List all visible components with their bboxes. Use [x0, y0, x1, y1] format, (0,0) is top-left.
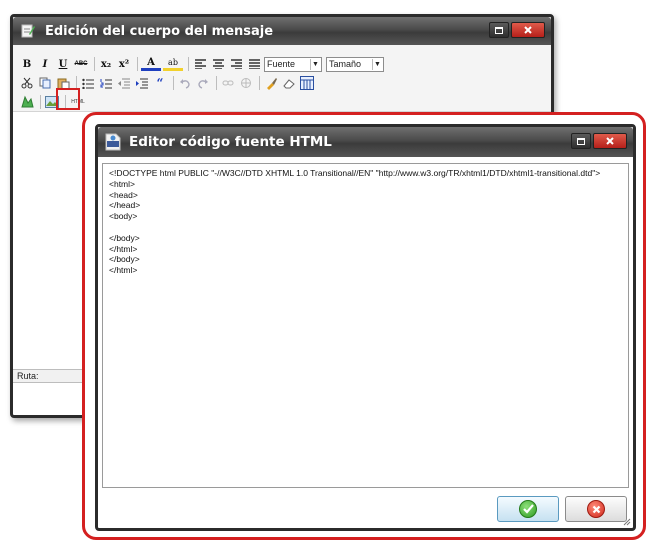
- table-icon[interactable]: [299, 75, 315, 91]
- insert-image-green-icon[interactable]: [19, 94, 35, 110]
- toolbar-divider: [188, 57, 189, 71]
- accept-button[interactable]: [497, 496, 559, 522]
- toolbar-divider: [173, 76, 174, 90]
- strikethrough-button[interactable]: ABC: [73, 56, 89, 72]
- font-family-value: Fuente: [267, 59, 296, 69]
- indent-icon[interactable]: [134, 75, 150, 91]
- code-line: </body>: [109, 254, 140, 265]
- code-line: </html>: [109, 243, 138, 254]
- underline-button[interactable]: U: [55, 56, 71, 72]
- html-source-textarea[interactable]: <!DOCTYPE html PUBLIC "-//W3C//DTD XHTML…: [102, 163, 629, 488]
- restore-icon: [577, 137, 585, 145]
- blockquote-icon[interactable]: “: [152, 75, 168, 91]
- font-size-select[interactable]: Tamaño ▼: [326, 56, 384, 72]
- front-restore-button[interactable]: [571, 133, 591, 149]
- unlink-icon[interactable]: [238, 75, 254, 91]
- close-icon: [524, 26, 532, 34]
- font-size-value: Tamaño: [329, 59, 362, 69]
- italic-button[interactable]: I: [37, 56, 53, 72]
- front-close-button[interactable]: [593, 133, 627, 149]
- toolbar-divider: [94, 57, 95, 71]
- path-label: Ruta:: [17, 371, 39, 381]
- resize-grip-icon[interactable]: [623, 518, 631, 526]
- html-source-editor-window: Editor código fuente HTML <!DOCTYPE html…: [95, 124, 636, 531]
- clean-format-icon[interactable]: [263, 75, 279, 91]
- highlight-color-button[interactable]: ab: [163, 57, 183, 71]
- link-icon[interactable]: [220, 75, 236, 91]
- font-family-select[interactable]: Fuente ▼: [264, 56, 322, 72]
- align-center-icon[interactable]: [210, 56, 226, 72]
- front-window-title: Editor código fuente HTML: [129, 134, 332, 150]
- code-line: </body>: [109, 232, 140, 243]
- back-window-titlebar[interactable]: Edición del cuerpo del mensaje: [13, 17, 551, 45]
- editor-toolbar: B I U ABC x₂ x² A ab Fuente ▼ Tamaño ▼ “…: [13, 45, 551, 111]
- html-document-icon: [104, 133, 122, 151]
- chevron-down-icon: ▼: [372, 58, 382, 70]
- close-icon: [606, 137, 614, 145]
- checkmark-icon: [519, 500, 537, 518]
- back-window-title: Edición del cuerpo del mensaje: [45, 23, 274, 39]
- chevron-down-icon: ▼: [310, 58, 320, 70]
- code-line: <body>: [109, 211, 138, 222]
- copy-icon[interactable]: [37, 75, 53, 91]
- superscript-button[interactable]: x²: [116, 56, 132, 72]
- undo-icon[interactable]: [177, 75, 193, 91]
- toolbar-divider: [137, 57, 138, 71]
- align-justify-icon[interactable]: [246, 56, 262, 72]
- subscript-button[interactable]: x₂: [98, 56, 114, 72]
- code-line: </head>: [109, 200, 141, 211]
- align-left-icon[interactable]: [192, 56, 208, 72]
- back-restore-button[interactable]: [489, 22, 509, 38]
- align-right-icon[interactable]: [228, 56, 244, 72]
- edit-document-icon: [19, 22, 37, 40]
- bold-button[interactable]: B: [19, 56, 35, 72]
- code-line: <!DOCTYPE html PUBLIC "-//W3C//DTD XHTML…: [109, 168, 601, 178]
- toolbar-divider: [216, 76, 217, 90]
- back-close-button[interactable]: [511, 22, 545, 38]
- restore-icon: [495, 26, 503, 34]
- html-button-highlight: [56, 88, 80, 110]
- code-line: </html>: [109, 265, 138, 276]
- redo-icon[interactable]: [195, 75, 211, 91]
- cut-icon[interactable]: [19, 75, 35, 91]
- cancel-x-icon: [587, 500, 605, 518]
- code-line: <html>: [109, 178, 135, 189]
- toolbar-divider: [40, 95, 41, 109]
- numbered-list-icon[interactable]: [98, 75, 114, 91]
- font-color-button[interactable]: A: [141, 57, 161, 71]
- bullet-list-icon[interactable]: [80, 75, 96, 91]
- eraser-icon[interactable]: [281, 75, 297, 91]
- front-window-titlebar[interactable]: Editor código fuente HTML: [98, 127, 633, 157]
- code-line: <head>: [109, 189, 138, 200]
- cancel-button[interactable]: [565, 496, 627, 522]
- toolbar-divider: [259, 76, 260, 90]
- outdent-icon[interactable]: [116, 75, 132, 91]
